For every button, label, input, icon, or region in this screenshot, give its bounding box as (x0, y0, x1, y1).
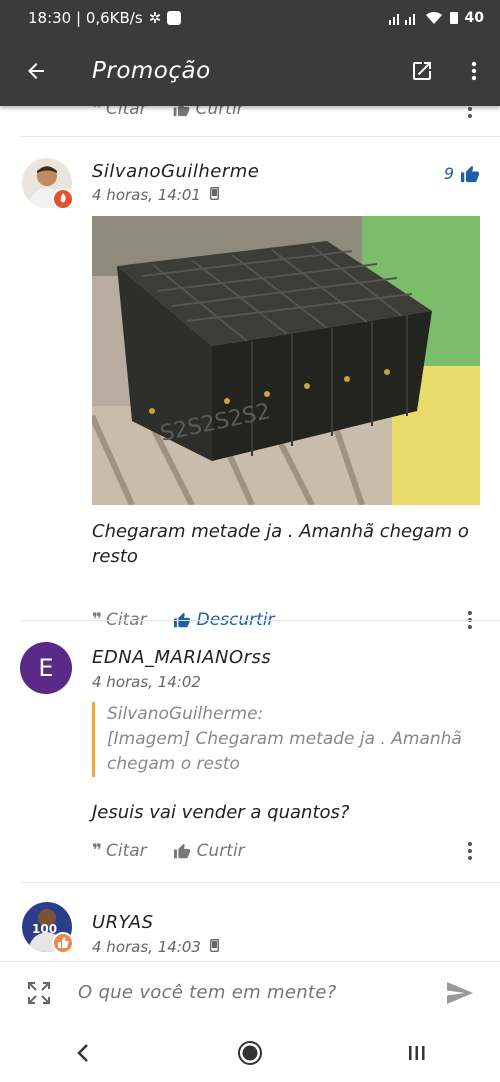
post-image[interactable]: S2S2S2S2 (92, 216, 480, 505)
quote-label: Citar (105, 841, 147, 861)
quote-text: [Imagem] Chegaram metade ja . Amanhã che… (107, 729, 462, 774)
quoted-post[interactable]: SilvanoGuilherme: [Imagem] Chegaram meta… (92, 702, 472, 777)
status-time: 18:30 | 0,6KB/s (28, 9, 143, 27)
boxes-photo-icon: S2S2S2S2 (92, 216, 480, 505)
timestamp-text: 4 horas, 14:01 (92, 186, 201, 204)
app-notification-icon (167, 11, 182, 25)
thumbs-up-icon (173, 843, 190, 859)
notification-icon: ✲ (148, 9, 162, 27)
mobile-device-icon (209, 938, 219, 953)
reply-composer (0, 961, 500, 1023)
posts-list[interactable]: ❞ Citar Curtir SilvanoGuilherme 4 horas,… (0, 106, 500, 961)
like-button[interactable]: Curtir (173, 841, 245, 861)
prev-like-label: Curtir (195, 106, 244, 119)
more-vertical-icon (468, 842, 472, 860)
post-more-button[interactable] (458, 836, 482, 866)
post-timestamp: 4 horas, 14:03 (92, 938, 219, 956)
post-timestamp: 4 horas, 14:02 (92, 673, 201, 691)
reply-input[interactable] (78, 982, 420, 1003)
post-edna: E EDNA_MARIANOrss 4 horas, 14:02 Silvano… (0, 620, 500, 882)
more-vertical-icon (468, 107, 472, 118)
wifi-icon (425, 11, 442, 24)
post-author[interactable]: EDNA_MARIANOrss (92, 647, 271, 668)
status-bar: 18:30 | 0,6KB/s ✲ 40 (0, 0, 500, 36)
post-text: Chegaram metade ja . Amanhã chegam o res… (92, 521, 469, 567)
rank-badge-icon (52, 932, 74, 954)
post-silvano: SilvanoGuilherme 4 horas, 14:01 9 S2S2S2… (0, 136, 500, 630)
post-text: Jesuis vai vender a quantos? (92, 802, 350, 823)
post-timestamp: 4 horas, 14:01 (92, 186, 219, 204)
quote-button[interactable]: ❞ Citar (92, 841, 147, 861)
app-bar: Promoção (0, 36, 500, 106)
quote-author: SilvanoGuilherme: (107, 704, 264, 724)
page-title: Promoção (92, 58, 211, 84)
like-label: Curtir (196, 841, 245, 861)
prev-post-more-button[interactable] (458, 106, 482, 124)
avatar[interactable]: E (20, 642, 72, 694)
nav-home-button[interactable] (220, 1023, 280, 1082)
overflow-menu-button[interactable] (448, 36, 500, 106)
prev-post-actions: ❞ Citar Curtir (92, 106, 482, 124)
arrow-back-icon (28, 63, 44, 79)
back-button[interactable] (0, 36, 72, 106)
system-navigation-bar (0, 1023, 500, 1082)
prev-quote-button[interactable]: ❞ Citar (92, 106, 147, 119)
nav-back-button[interactable] (53, 1023, 113, 1082)
open-external-button[interactable] (396, 36, 448, 106)
timestamp-text: 4 horas, 14:03 (92, 938, 201, 956)
avatar-letter: E (38, 654, 54, 682)
expand-composer-button[interactable] (0, 962, 78, 1024)
send-button[interactable] (420, 962, 500, 1024)
home-circle-icon (237, 1040, 262, 1065)
post-uryas: 100 URYAS 4 horas, 14:03 (0, 882, 500, 961)
expand-icon (28, 981, 50, 1004)
open-external-icon (413, 62, 431, 80)
thumbs-up-icon (461, 165, 479, 182)
post-author[interactable]: SilvanoGuilherme (92, 161, 259, 182)
battery-level: 40 (464, 10, 484, 26)
prev-like-button[interactable]: Curtir (173, 106, 244, 119)
more-vertical-icon (471, 61, 477, 81)
rank-badge-icon (52, 188, 74, 210)
like-count-value: 9 (443, 164, 454, 183)
mobile-device-icon (209, 186, 219, 201)
prev-quote-label: Citar (105, 106, 147, 119)
post-actions: ❞ Citar Curtir (92, 836, 482, 866)
like-count: 9 (444, 164, 480, 183)
thumbs-up-icon (173, 106, 189, 117)
battery-icon (449, 12, 458, 24)
post-author[interactable]: URYAS (92, 912, 154, 933)
signal-icon (388, 14, 415, 25)
send-icon (447, 981, 473, 1004)
chevron-left-icon (77, 1043, 89, 1062)
quote-icon: ❞ (92, 106, 102, 119)
nav-recents-button[interactable] (387, 1023, 447, 1082)
quote-icon: ❞ (92, 841, 102, 861)
recents-icon (408, 1045, 425, 1060)
